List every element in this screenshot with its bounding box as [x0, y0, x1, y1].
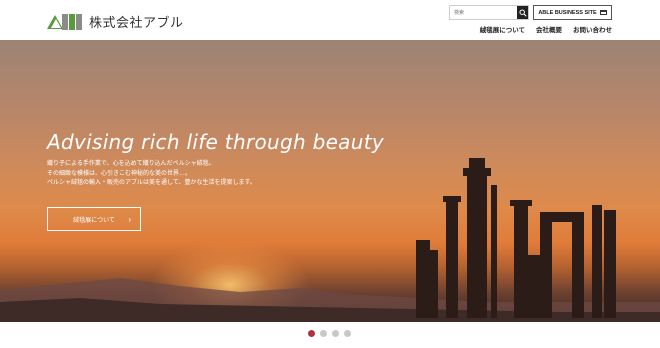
search-button[interactable] — [517, 6, 528, 19]
hero-copy: 織り子による手作業で、心を込めて織り込んだペルシャ絨毯。 その細緻な模様は、心引… — [47, 160, 256, 189]
slider-dot-4[interactable] — [344, 330, 351, 337]
nav-item-contact[interactable]: お問い合わせ — [573, 24, 612, 34]
slider-dot-3[interactable] — [332, 330, 339, 337]
slider-dot-1[interactable] — [308, 330, 315, 337]
slider-pagination — [308, 330, 351, 337]
hero-copy-line: 織り子による手作業で、心を込めて織り込んだペルシャ絨毯。 — [47, 161, 215, 167]
hero-cta-button[interactable]: 絨毯展について › — [47, 207, 141, 231]
able-logo-icon — [47, 13, 83, 31]
nav-item-carpet-exhibition[interactable]: 絨毯展について — [480, 24, 525, 34]
search-icon — [518, 8, 527, 17]
hero-title: Advising rich life through beauty — [47, 130, 384, 154]
site-header: 株式会社アブル ABLE BUSINESS SITE 絨毯展について 会社概要 … — [0, 0, 660, 40]
business-site-button[interactable]: ABLE BUSINESS SITE — [533, 5, 612, 20]
company-name: 株式会社アブル — [89, 15, 184, 30]
slider-dot-2[interactable] — [320, 330, 327, 337]
nav-item-company-profile[interactable]: 会社概要 — [536, 24, 562, 34]
site-logo[interactable]: 株式会社アブル — [47, 12, 184, 31]
hero-copy-line: その細緻な模様は、心引きこむ神秘的な美の世界…。 — [47, 170, 192, 177]
search-box — [449, 5, 529, 20]
search-input[interactable] — [450, 6, 517, 19]
external-link-icon — [599, 10, 607, 15]
hero-cta-label: 絨毯展について — [73, 217, 115, 224]
chevron-right-icon: › — [128, 215, 131, 224]
hero-copy-line: ペルシャ絨毯の輸入・販売のアブルは美を通して、豊かな生活を提案します。 — [47, 180, 256, 186]
business-site-label: ABLE BUSINESS SITE — [538, 9, 597, 16]
hero-banner: Advising rich life through beauty 織り子による… — [0, 40, 660, 322]
main-nav: 絨毯展について 会社概要 お問い合わせ — [480, 24, 612, 34]
